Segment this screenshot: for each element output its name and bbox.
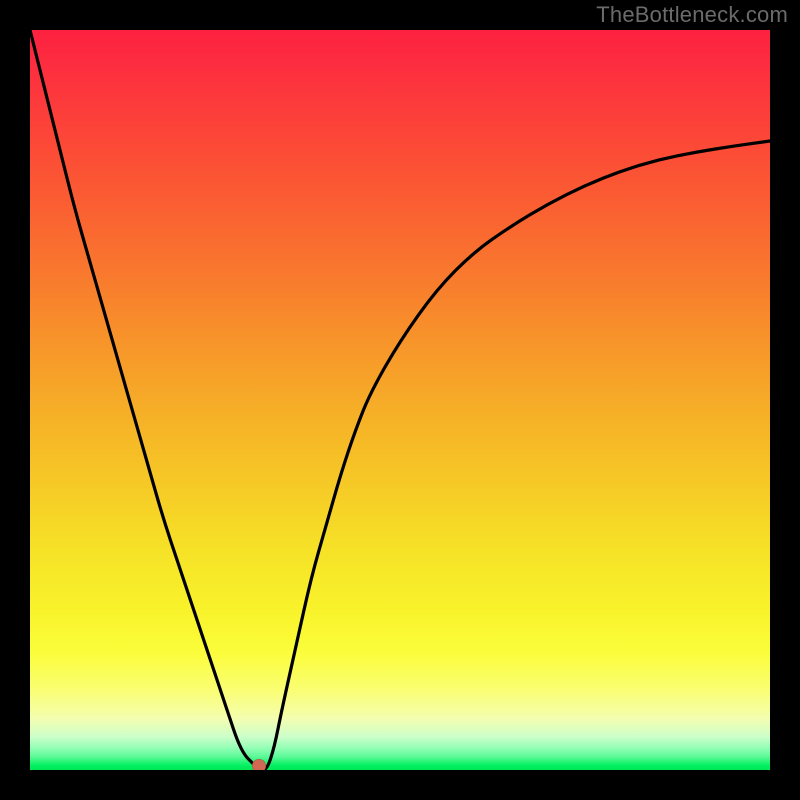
chart-frame: TheBottleneck.com [0, 0, 800, 800]
bottleneck-curve [30, 30, 770, 770]
watermark-text: TheBottleneck.com [596, 2, 788, 28]
minimum-marker [252, 759, 266, 770]
curve-svg [30, 30, 770, 770]
plot-area [30, 30, 770, 770]
